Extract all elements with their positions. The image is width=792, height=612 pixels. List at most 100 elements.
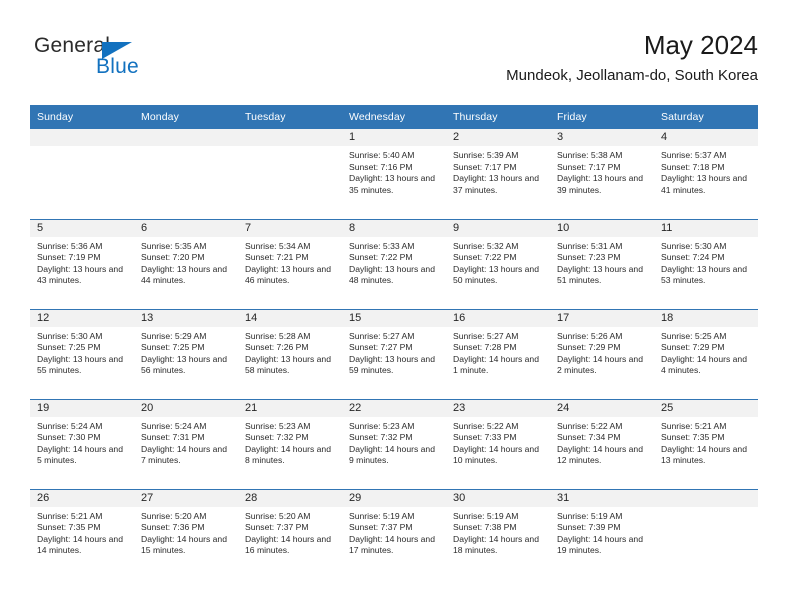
day-number: 27	[134, 489, 238, 507]
sunrise-text: Sunrise: 5:35 AM	[141, 240, 207, 251]
calendar-day-cell[interactable]: 10 Sunrise: 5:31 AM Sunset: 7:23 PM Dayligh…	[550, 218, 654, 309]
sunset-text: Sunset: 7:18 PM	[661, 161, 725, 172]
sunset-text: Sunset: 7:32 PM	[349, 432, 413, 443]
day-info: Sunrise: 5:30 AM Sunset: 7:24 PM Daylight:…	[654, 237, 758, 287]
day-info: Sunrise: 5:36 AM Sunset: 7:19 PM Daylight:…	[30, 237, 134, 287]
calendar-day-cell[interactable]: 18 Sunrise: 5:25 AM Sunset: 7:29 PM Dayligh…	[654, 308, 758, 399]
calendar-day-cell[interactable]: 27 Sunrise: 5:20 AM Sunset: 7:36 PM Dayligh…	[134, 488, 238, 579]
day-number: 5	[30, 219, 134, 237]
calendar-day-cell[interactable]: 29 Sunrise: 5:19 AM Sunset: 7:37 PM Dayligh…	[342, 488, 446, 579]
daylight-text: Daylight: 13 hours and 51 minutes.	[557, 263, 643, 286]
day-number: 22	[342, 399, 446, 417]
sunset-text: Sunset: 7:20 PM	[141, 252, 205, 263]
day-number	[654, 489, 758, 507]
sunrise-text: Sunrise: 5:20 AM	[245, 510, 311, 521]
sunset-text: Sunset: 7:37 PM	[349, 522, 413, 533]
sunset-text: Sunset: 7:22 PM	[349, 252, 413, 263]
calendar-week-row: 12 Sunrise: 5:30 AM Sunset: 7:25 PM Dayligh…	[30, 308, 758, 399]
day-number: 19	[30, 399, 134, 417]
calendar-day-cell[interactable]: 9 Sunrise: 5:32 AM Sunset: 7:22 PM Daylight…	[446, 218, 550, 309]
day-info: Sunrise: 5:27 AM Sunset: 7:28 PM Daylight:…	[446, 327, 550, 377]
calendar-day-cell[interactable]: 17 Sunrise: 5:26 AM Sunset: 7:29 PM Dayligh…	[550, 308, 654, 399]
calendar-day-cell[interactable]: 19 Sunrise: 5:24 AM Sunset: 7:30 PM Dayligh…	[30, 398, 134, 489]
day-number: 31	[550, 489, 654, 507]
calendar-day-cell[interactable]: 28 Sunrise: 5:20 AM Sunset: 7:37 PM Dayligh…	[238, 488, 342, 579]
calendar-day-cell[interactable]: 22 Sunrise: 5:23 AM Sunset: 7:32 PM Dayligh…	[342, 398, 446, 489]
day-number: 12	[30, 309, 134, 327]
day-info: Sunrise: 5:39 AM Sunset: 7:17 PM Daylight:…	[446, 146, 550, 196]
sunset-text: Sunset: 7:33 PM	[453, 432, 517, 443]
day-info: Sunrise: 5:30 AM Sunset: 7:25 PM Daylight:…	[30, 327, 134, 377]
calendar-day-cell[interactable]: 12 Sunrise: 5:30 AM Sunset: 7:25 PM Dayligh…	[30, 308, 134, 399]
calendar-day-cell[interactable]: 30 Sunrise: 5:19 AM Sunset: 7:38 PM Dayligh…	[446, 488, 550, 579]
calendar-day-cell[interactable]: 20 Sunrise: 5:24 AM Sunset: 7:31 PM Dayligh…	[134, 398, 238, 489]
general-blue-logo[interactable]: General Blue	[34, 34, 164, 84]
calendar-day-cell[interactable]: 4 Sunrise: 5:37 AM Sunset: 7:18 PM Daylight…	[654, 129, 758, 219]
calendar-week-row: 26 Sunrise: 5:21 AM Sunset: 7:35 PM Dayligh…	[30, 488, 758, 579]
calendar-day-cell[interactable]: 24 Sunrise: 5:22 AM Sunset: 7:34 PM Dayligh…	[550, 398, 654, 489]
weekday-header-saturday: Saturday	[654, 105, 758, 129]
daylight-text: Daylight: 14 hours and 10 minutes.	[453, 443, 539, 466]
calendar-day-cell[interactable]: 25 Sunrise: 5:21 AM Sunset: 7:35 PM Dayligh…	[654, 398, 758, 489]
sunrise-text: Sunrise: 5:36 AM	[37, 240, 103, 251]
calendar-day-cell[interactable]: 26 Sunrise: 5:21 AM Sunset: 7:35 PM Dayligh…	[30, 488, 134, 579]
daylight-text: Daylight: 13 hours and 53 minutes.	[661, 263, 747, 286]
sunrise-text: Sunrise: 5:19 AM	[453, 510, 519, 521]
sunrise-text: Sunrise: 5:34 AM	[245, 240, 311, 251]
weekday-header-row: Sunday Monday Tuesday Wednesday Thursday Frid…	[30, 105, 758, 129]
sunset-text: Sunset: 7:38 PM	[453, 522, 517, 533]
sunrise-text: Sunrise: 5:27 AM	[453, 330, 519, 341]
day-number: 11	[654, 219, 758, 237]
calendar-day-cell[interactable]: 2 Sunrise: 5:39 AM Sunset: 7:17 PM Daylight…	[446, 129, 550, 219]
day-info: Sunrise: 5:31 AM Sunset: 7:23 PM Daylight:…	[550, 237, 654, 287]
calendar-day-cell[interactable]: 6 Sunrise: 5:35 AM Sunset: 7:20 PM Daylight…	[134, 218, 238, 309]
day-number: 13	[134, 309, 238, 327]
day-info: Sunrise: 5:19 AM Sunset: 7:39 PM Daylight:…	[550, 507, 654, 557]
daylight-text: Daylight: 13 hours and 50 minutes.	[453, 263, 539, 286]
day-info: Sunrise: 5:21 AM Sunset: 7:35 PM Daylight:…	[30, 507, 134, 557]
calendar-week-row: 1 Sunrise: 5:40 AM Sunset: 7:16 PM Daylight…	[30, 129, 758, 219]
calendar-day-cell[interactable]: 14 Sunrise: 5:28 AM Sunset: 7:26 PM Dayligh…	[238, 308, 342, 399]
day-number: 16	[446, 309, 550, 327]
day-info: Sunrise: 5:40 AM Sunset: 7:16 PM Daylight:…	[342, 146, 446, 196]
calendar-day-cell[interactable]: 11 Sunrise: 5:30 AM Sunset: 7:24 PM Dayligh…	[654, 218, 758, 309]
calendar-day-cell[interactable]: 5 Sunrise: 5:36 AM Sunset: 7:19 PM Daylight…	[30, 218, 134, 309]
day-info: Sunrise: 5:37 AM Sunset: 7:18 PM Daylight:…	[654, 146, 758, 196]
calendar-day-cell[interactable]: 31 Sunrise: 5:19 AM Sunset: 7:39 PM Dayligh…	[550, 488, 654, 579]
sunrise-text: Sunrise: 5:20 AM	[141, 510, 207, 521]
sunrise-text: Sunrise: 5:21 AM	[661, 420, 727, 431]
calendar-day-cell[interactable]: 8 Sunrise: 5:33 AM Sunset: 7:22 PM Daylight…	[342, 218, 446, 309]
calendar-day-cell[interactable]: 16 Sunrise: 5:27 AM Sunset: 7:28 PM Dayligh…	[446, 308, 550, 399]
sunset-text: Sunset: 7:39 PM	[557, 522, 621, 533]
day-info: Sunrise: 5:19 AM Sunset: 7:38 PM Daylight:…	[446, 507, 550, 557]
sunset-text: Sunset: 7:26 PM	[245, 342, 309, 353]
sunset-text: Sunset: 7:35 PM	[37, 522, 101, 533]
day-info: Sunrise: 5:38 AM Sunset: 7:17 PM Daylight:…	[550, 146, 654, 196]
day-info: Sunrise: 5:22 AM Sunset: 7:33 PM Daylight:…	[446, 417, 550, 467]
sunrise-text: Sunrise: 5:25 AM	[661, 330, 727, 341]
sunset-text: Sunset: 7:32 PM	[245, 432, 309, 443]
day-number: 17	[550, 309, 654, 327]
day-number: 9	[446, 219, 550, 237]
day-info: Sunrise: 5:24 AM Sunset: 7:30 PM Daylight:…	[30, 417, 134, 467]
calendar-day-cell[interactable]: 21 Sunrise: 5:23 AM Sunset: 7:32 PM Dayligh…	[238, 398, 342, 489]
sunrise-text: Sunrise: 5:29 AM	[141, 330, 207, 341]
day-number: 24	[550, 399, 654, 417]
day-info: Sunrise: 5:23 AM Sunset: 7:32 PM Daylight:…	[238, 417, 342, 467]
calendar-day-cell[interactable]: 7 Sunrise: 5:34 AM Sunset: 7:21 PM Daylight…	[238, 218, 342, 309]
calendar-day-cell[interactable]: 15 Sunrise: 5:27 AM Sunset: 7:27 PM Dayligh…	[342, 308, 446, 399]
daylight-text: Daylight: 14 hours and 19 minutes.	[557, 533, 643, 556]
day-info: Sunrise: 5:22 AM Sunset: 7:34 PM Daylight:…	[550, 417, 654, 467]
calendar-week-row: 19 Sunrise: 5:24 AM Sunset: 7:30 PM Dayligh…	[30, 398, 758, 489]
calendar-day-cell[interactable]: 13 Sunrise: 5:29 AM Sunset: 7:25 PM Dayligh…	[134, 308, 238, 399]
sunrise-text: Sunrise: 5:30 AM	[661, 240, 727, 251]
sunset-text: Sunset: 7:36 PM	[141, 522, 205, 533]
calendar-week-row: 5 Sunrise: 5:36 AM Sunset: 7:19 PM Daylight…	[30, 218, 758, 309]
day-number: 23	[446, 399, 550, 417]
weekday-header-thursday: Thursday	[446, 105, 550, 129]
calendar-day-cell[interactable]: 3 Sunrise: 5:38 AM Sunset: 7:17 PM Daylight…	[550, 129, 654, 219]
calendar-day-cell[interactable]: 1 Sunrise: 5:40 AM Sunset: 7:16 PM Daylight…	[342, 129, 446, 219]
sunset-text: Sunset: 7:19 PM	[37, 252, 101, 263]
day-number: 30	[446, 489, 550, 507]
calendar-day-cell[interactable]: 23 Sunrise: 5:22 AM Sunset: 7:33 PM Dayligh…	[446, 398, 550, 489]
